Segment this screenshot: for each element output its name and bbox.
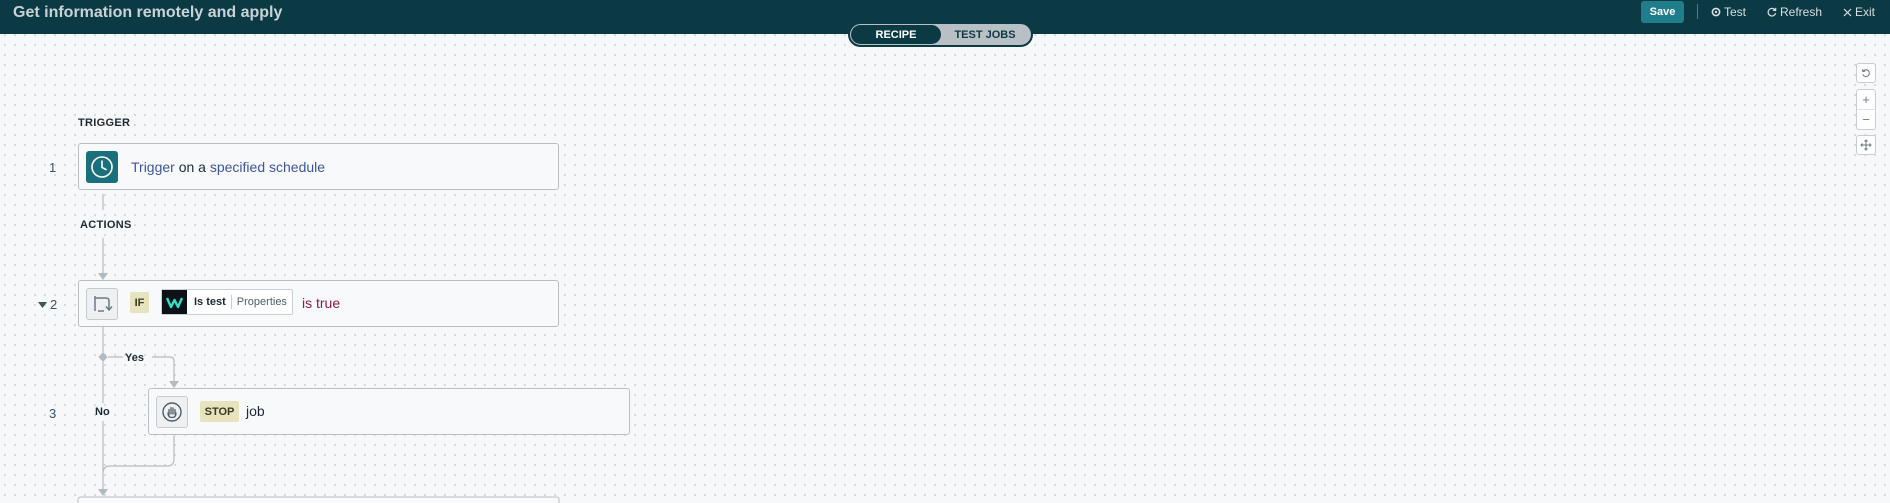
workato-logo-icon	[162, 290, 187, 314]
collapse-caret-icon[interactable]	[38, 302, 47, 308]
branch-yes-label: Yes	[125, 352, 144, 364]
actions-section-label: ACTIONS	[80, 219, 132, 231]
trigger-connector-text: on a	[174, 159, 210, 175]
datapill-source: Properties	[236, 296, 287, 308]
step-2-if-card[interactable]: IF is true	[78, 280, 559, 327]
branch-icon	[86, 288, 118, 320]
trigger-section-label: TRIGGER	[78, 117, 131, 129]
trigger-description: Trigger on a specified schedule	[131, 159, 325, 175]
datapill-field: Is test	[194, 296, 226, 308]
schedule-link[interactable]: specified schedule	[210, 159, 325, 175]
hand-stop-icon	[156, 396, 188, 428]
stop-keyword-badge: STOP	[200, 401, 239, 422]
datapill-is-test[interactable]: Is test Properties	[161, 289, 293, 315]
if-keyword-badge: IF	[130, 292, 149, 313]
clock-icon	[86, 151, 118, 183]
step-number-3: 3	[49, 406, 57, 421]
step-1-trigger-card[interactable]: Trigger on a specified schedule	[78, 143, 559, 190]
step-number-1: 1	[49, 160, 57, 175]
stop-target-text: job	[246, 403, 265, 419]
step-number-2: 2	[50, 297, 58, 312]
trigger-link[interactable]: Trigger	[131, 159, 175, 175]
step-3-stop-card[interactable]: STOP job	[148, 388, 630, 435]
branch-no-label: No	[95, 406, 110, 418]
condition-text: is true	[302, 295, 341, 311]
